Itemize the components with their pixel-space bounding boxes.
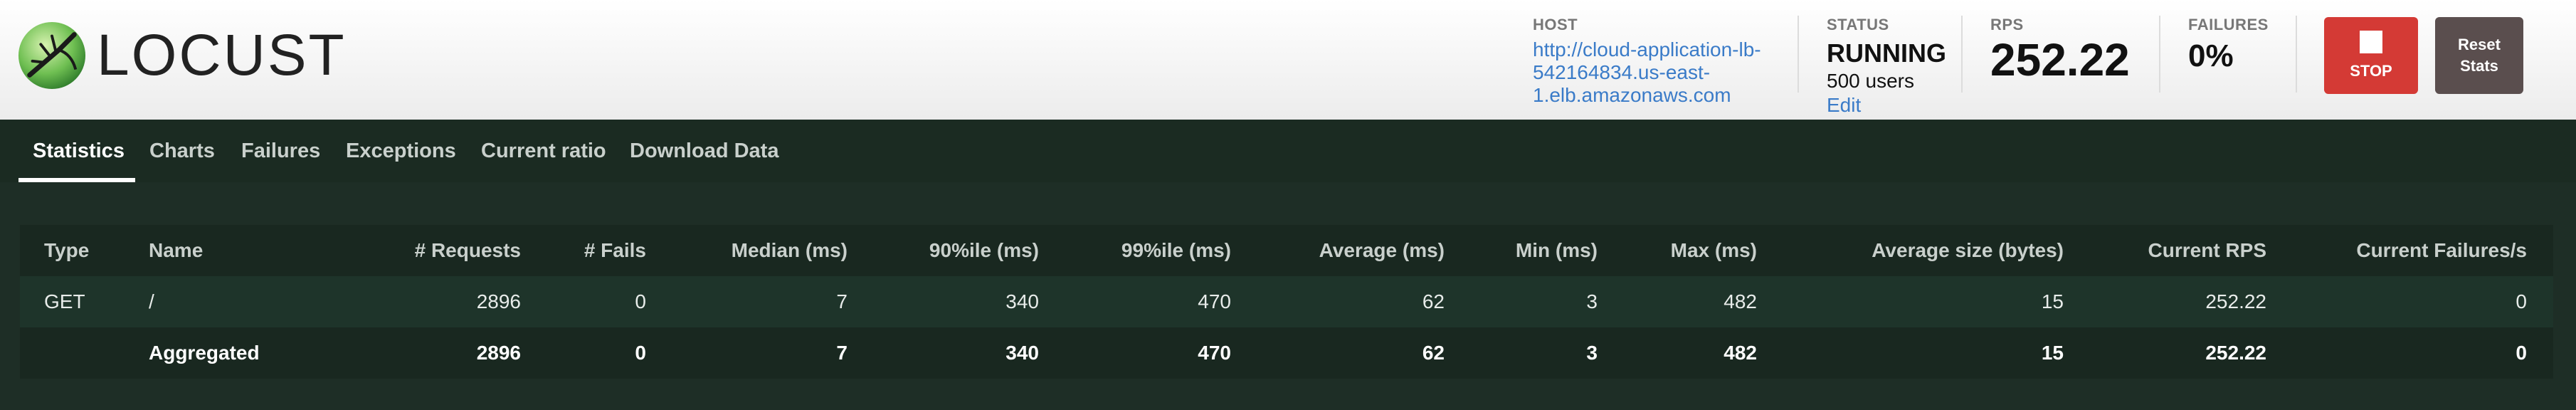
median-cell: 7 xyxy=(836,290,848,312)
logo[interactable]: LOCUST xyxy=(17,20,347,91)
tab-statistics[interactable]: Statistics xyxy=(33,120,125,182)
max-cell: 482 xyxy=(1724,342,1757,364)
column-header[interactable]: Min (ms) xyxy=(1516,225,1598,276)
tab-failures[interactable]: Failures xyxy=(241,120,320,182)
column-header[interactable]: Median (ms) xyxy=(732,225,848,276)
divider xyxy=(1961,16,1963,93)
column-header[interactable]: Type xyxy=(44,225,89,276)
name-cell: / xyxy=(149,290,154,312)
current-rps-cell: 252.22 xyxy=(2205,342,2266,364)
fails-cell: 0 xyxy=(635,342,646,364)
name-cell: Aggregated xyxy=(149,342,260,364)
column-header[interactable]: # Requests xyxy=(415,225,521,276)
status-info: STATUS RUNNING 500 users Edit xyxy=(1827,16,1946,117)
failures-label: FAILURES xyxy=(2188,16,2269,33)
tab-charts[interactable]: Charts xyxy=(149,120,215,182)
host-link[interactable]: http://cloud-application-lb-542164834.us… xyxy=(1533,38,1775,107)
host-label: HOST xyxy=(1533,16,1578,33)
average-cell: 62 xyxy=(1422,290,1445,312)
column-header[interactable]: 99%ile (ms) xyxy=(1121,225,1231,276)
p90-cell: 340 xyxy=(1005,290,1039,312)
min-cell: 3 xyxy=(1586,290,1598,312)
p99-cell: 470 xyxy=(1198,290,1231,312)
current-rps-cell: 252.22 xyxy=(2205,290,2266,312)
table-row: GET / 2896 0 7 340 470 62 3 482 15 252.2… xyxy=(20,276,2553,327)
failures-value: 0% xyxy=(2188,38,2234,73)
min-cell: 3 xyxy=(1586,342,1598,364)
tab-exceptions[interactable]: Exceptions xyxy=(346,120,456,182)
average-cell: 62 xyxy=(1422,342,1445,364)
divider xyxy=(1798,16,1799,93)
edit-link[interactable]: Edit xyxy=(1827,94,1946,117)
tab-download-data[interactable]: Download Data xyxy=(630,120,778,182)
column-header[interactable]: Max (ms) xyxy=(1671,225,1757,276)
tab-current-ratio[interactable]: Current ratio xyxy=(481,120,606,182)
status-value: RUNNING xyxy=(1827,38,1946,68)
column-header[interactable]: Average size (bytes) xyxy=(1872,225,2064,276)
requests-cell: 2896 xyxy=(476,290,521,312)
type-cell: GET xyxy=(44,290,85,312)
column-header[interactable]: Name xyxy=(149,225,203,276)
brand-name: LOCUST xyxy=(97,23,347,88)
table-header-row: Type Name # Requests # Fails Median (ms)… xyxy=(20,225,2553,276)
p90-cell: 340 xyxy=(1005,342,1039,364)
stats-table: Type Name # Requests # Fails Median (ms)… xyxy=(20,225,2553,379)
reset-stats-button[interactable]: Reset Stats xyxy=(2435,17,2523,94)
header: LOCUST HOST http://cloud-application-lb-… xyxy=(0,0,2576,120)
p99-cell: 470 xyxy=(1198,342,1231,364)
median-cell: 7 xyxy=(836,342,848,364)
user-count: 500 users xyxy=(1827,70,1914,92)
column-header[interactable]: Average (ms) xyxy=(1319,225,1445,276)
avg-size-cell: 15 xyxy=(2041,290,2064,312)
rps-info: RPS 252.22 xyxy=(1990,16,2130,85)
column-header[interactable]: 90%ile (ms) xyxy=(929,225,1039,276)
column-header[interactable]: # Fails xyxy=(584,225,646,276)
column-header[interactable]: Current RPS xyxy=(2148,225,2266,276)
divider xyxy=(2296,16,2297,93)
failures-info: FAILURES 0% xyxy=(2188,16,2269,74)
stop-label: STOP xyxy=(2350,62,2392,80)
active-tab-indicator xyxy=(19,178,135,182)
max-cell: 482 xyxy=(1724,290,1757,312)
locust-logo-icon xyxy=(18,21,86,90)
host-info: HOST http://cloud-application-lb-5421648… xyxy=(1533,16,1775,107)
fails-cell: 0 xyxy=(635,290,646,312)
requests-cell: 2896 xyxy=(476,342,521,364)
tab-bar: Statistics Charts Failures Exceptions Cu… xyxy=(0,120,2576,182)
column-header[interactable]: Current Failures/s xyxy=(2356,225,2527,276)
stop-button[interactable]: STOP xyxy=(2324,17,2418,94)
current-failures-cell: 0 xyxy=(2516,290,2527,312)
table-row-aggregated: Aggregated 2896 0 7 340 470 62 3 482 15 … xyxy=(20,327,2553,379)
reset-label: Reset Stats xyxy=(2458,36,2501,75)
avg-size-cell: 15 xyxy=(2041,342,2064,364)
current-failures-cell: 0 xyxy=(2516,342,2527,364)
rps-label: RPS xyxy=(1990,16,2024,33)
rps-value: 252.22 xyxy=(1990,34,2130,85)
status-label: STATUS xyxy=(1827,16,1889,33)
divider xyxy=(2159,16,2160,93)
stop-icon xyxy=(2360,31,2382,53)
